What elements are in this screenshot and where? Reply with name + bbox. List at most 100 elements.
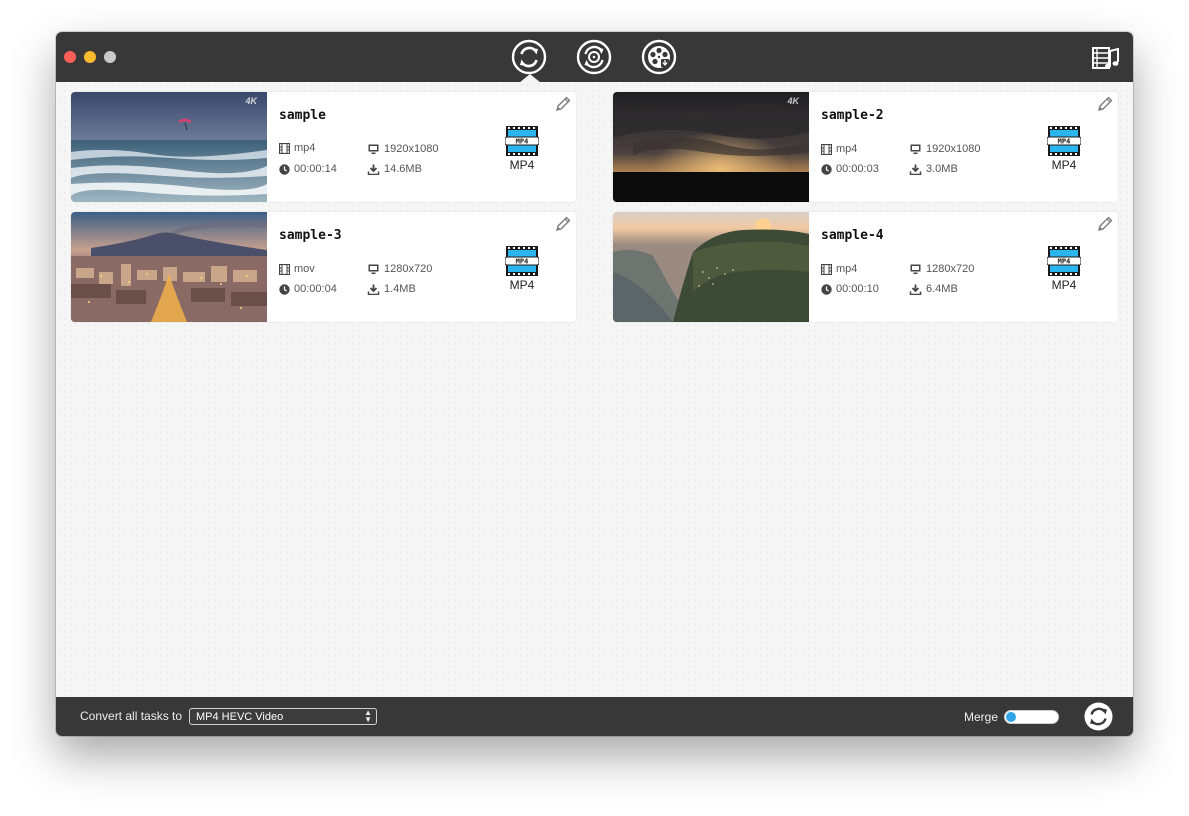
film-music-icon: [1092, 47, 1119, 69]
pencil-icon: [556, 216, 571, 231]
duration: 00:00:14: [279, 163, 337, 175]
duration-value: 00:00:14: [294, 163, 337, 175]
task-name: sample: [279, 108, 326, 123]
select-arrows-icon: ▲ ▼: [364, 708, 372, 724]
mp4-format-icon: MP4: [1047, 246, 1081, 276]
container-format: mp4: [821, 263, 857, 275]
file-size: 3.0MB: [909, 163, 958, 175]
edit-button[interactable]: [1096, 215, 1114, 233]
resolution: 1280x720: [367, 263, 432, 275]
task-card[interactable]: 4K sample mp4 1920x1080 00:00:14 14.6MB: [71, 92, 576, 202]
video-thumbnail[interactable]: [71, 212, 267, 322]
pencil-icon: [1098, 96, 1113, 111]
monitor-icon: [368, 264, 379, 274]
disc-convert-icon: [576, 39, 612, 75]
output-format-label: MP4: [1051, 158, 1077, 172]
resolution-value: 1920x1080: [926, 143, 981, 155]
svg-text:MP4: MP4: [1058, 138, 1071, 146]
container-format: mov: [279, 263, 315, 275]
duration-value: 00:00:10: [836, 283, 879, 295]
edit-button[interactable]: [554, 215, 572, 233]
video-thumbnail[interactable]: [613, 212, 809, 322]
svg-text:MP4: MP4: [1058, 258, 1071, 266]
clock-icon: [279, 163, 290, 175]
pencil-icon: [1098, 216, 1113, 231]
video-thumbnail[interactable]: 4K: [71, 92, 267, 202]
container-value: mp4: [836, 143, 858, 155]
window-minimize-button[interactable]: [84, 51, 96, 63]
file-size: 6.4MB: [909, 283, 958, 295]
film-icon: [821, 263, 832, 275]
edit-button[interactable]: [554, 95, 572, 113]
resolution-value: 1280x720: [926, 263, 975, 275]
size-value: 3.0MB: [926, 163, 958, 175]
resolution: 1920x1080: [367, 143, 438, 155]
convert-all-button[interactable]: [1084, 702, 1113, 731]
toggle-knob: [1006, 712, 1016, 722]
size-value: 14.6MB: [384, 163, 422, 175]
task-card[interactable]: 4K sample-2 mp4 1920x1080 00:00:03 3.0MB: [613, 92, 1118, 202]
task-card[interactable]: sample-3 mov 1280x720 00:00:04 1.4MB MP4…: [71, 212, 576, 322]
container-format: mp4: [279, 142, 315, 154]
task-name: sample-3: [279, 228, 342, 243]
clock-icon: [821, 163, 832, 175]
tab-convert[interactable]: [511, 39, 547, 75]
merge-label: Merge: [964, 710, 999, 724]
file-size: 14.6MB: [367, 163, 422, 175]
convert-icon: [1084, 702, 1113, 731]
output-format-label: MP4: [509, 158, 535, 172]
resolution-value: 1920x1080: [384, 143, 439, 155]
4k-badge: 4K: [787, 96, 799, 106]
window-maximize-button[interactable]: [104, 51, 116, 63]
resolution: 1920x1080: [909, 143, 980, 155]
size-value: 6.4MB: [926, 283, 958, 295]
mp4-format-icon: MP4: [505, 246, 539, 276]
window-close-button[interactable]: [64, 51, 76, 63]
resolution: 1280x720: [909, 263, 974, 275]
pencil-icon: [556, 96, 571, 111]
task-card[interactable]: sample-4 mp4 1280x720 00:00:10 6.4MB MP4…: [613, 212, 1118, 322]
duration: 00:00:10: [821, 283, 879, 295]
app-window: 4K sample mp4 1920x1080 00:00:14 14.6MB: [56, 32, 1133, 736]
duration-value: 00:00:03: [836, 163, 879, 175]
mp4-format-icon: MP4: [505, 126, 539, 156]
container-value: mp4: [294, 142, 316, 154]
film-icon: [279, 142, 290, 154]
download-icon: [909, 284, 922, 295]
merge-toggle[interactable]: [1004, 710, 1059, 724]
tab-dvd-rip[interactable]: [576, 39, 612, 75]
output-format-button[interactable]: MP4 MP4: [505, 125, 539, 172]
task-name: sample-4: [821, 228, 884, 243]
output-format-select[interactable]: MP4 HEVC Video ▲ ▼: [189, 708, 377, 725]
duration-value: 00:00:04: [294, 283, 337, 295]
svg-text:MP4: MP4: [516, 138, 529, 146]
convert-icon: [511, 39, 547, 75]
film-reel-download-icon: [641, 39, 677, 75]
svg-text:MP4: MP4: [516, 258, 529, 266]
mp4-format-icon: MP4: [1047, 126, 1081, 156]
download-icon: [909, 164, 922, 175]
download-icon: [367, 284, 380, 295]
task-name: sample-2: [821, 108, 884, 123]
clock-icon: [279, 283, 290, 295]
output-format-button[interactable]: MP4 MP4: [1047, 245, 1081, 292]
selected-format: MP4 HEVC Video: [196, 711, 284, 723]
monitor-icon: [910, 144, 921, 154]
duration: 00:00:04: [279, 283, 337, 295]
output-format-button[interactable]: MP4 MP4: [505, 245, 539, 292]
4k-badge: 4K: [245, 96, 257, 106]
output-format-button[interactable]: MP4 MP4: [1047, 125, 1081, 172]
titlebar: [56, 32, 1133, 83]
convert-all-label: Convert all tasks to: [80, 709, 183, 723]
film-icon: [821, 143, 832, 155]
tab-download[interactable]: [641, 39, 677, 75]
size-value: 1.4MB: [384, 283, 416, 295]
edit-button[interactable]: [1096, 95, 1114, 113]
film-icon: [279, 263, 290, 275]
file-size: 1.4MB: [367, 283, 416, 295]
video-thumbnail[interactable]: 4K: [613, 92, 809, 202]
resolution-value: 1280x720: [384, 263, 433, 275]
toolbox-button[interactable]: [1091, 45, 1121, 71]
download-icon: [367, 164, 380, 175]
container-value: mp4: [836, 263, 858, 275]
